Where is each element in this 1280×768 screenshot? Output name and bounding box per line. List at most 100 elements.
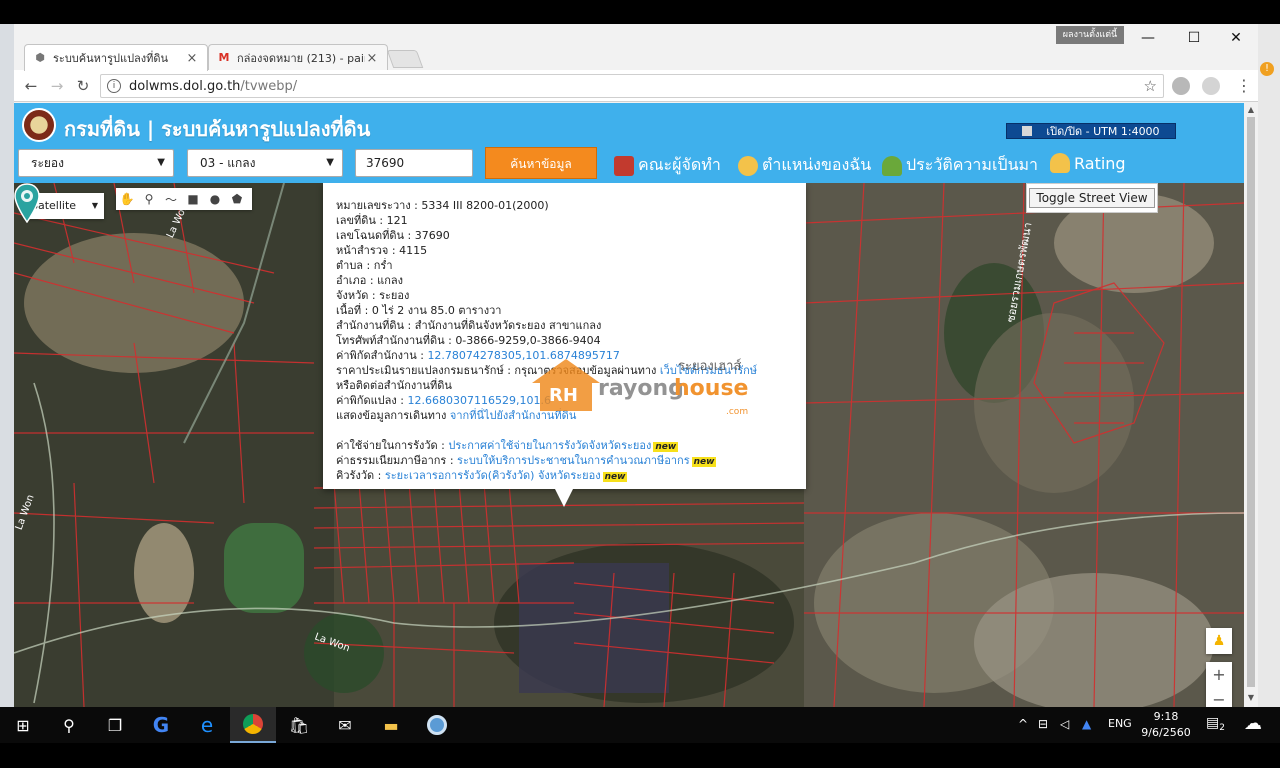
info-icon[interactable]: i <box>107 79 121 93</box>
google-icon[interactable]: G <box>138 707 184 743</box>
language-indicator[interactable]: ENG <box>1108 717 1132 730</box>
cube-icon: ⬢ <box>35 51 45 64</box>
back-icon[interactable]: ← <box>20 76 42 96</box>
maximize-button[interactable]: ☐ <box>1174 28 1214 48</box>
search-button[interactable]: ค้นหาข้อมูล <box>485 147 597 179</box>
forward-icon[interactable]: → <box>46 76 68 96</box>
house-logo-icon: RH <box>532 359 600 411</box>
profile-button[interactable]: ผลงานตั้งแต่นี้ <box>1056 26 1124 44</box>
parcel-info-popup: หมายเลขระวาง : 5334 III 8200-01(2000) เล… <box>323 183 806 507</box>
popup-value: 37690 <box>414 229 450 242</box>
scroll-down-icon[interactable]: ▼ <box>1246 693 1256 703</box>
store-icon[interactable]: 🛍 <box>276 707 322 743</box>
polyline-icon[interactable]: 〜 <box>160 191 182 208</box>
task-view-icon[interactable]: ❐ <box>92 707 138 743</box>
url-path: /tvwebp/ <box>240 78 298 94</box>
screen: ! ⬢ ระบบค้นหารูปแปลงที่ดิน × M กล่องจดหม… <box>0 0 1280 768</box>
tab-label: กล่องจดหมาย (213) - paira <box>237 52 365 65</box>
map-canvas[interactable]: La Won La Won La Won ซอยรวมเกษตรพัฒนา Sa… <box>14 183 1244 707</box>
chrome-menu-icon[interactable]: ⋮ <box>1236 76 1252 95</box>
nav-rating[interactable]: Rating <box>1050 153 1126 173</box>
clock-time: 9:18 <box>1153 710 1179 723</box>
close-window-button[interactable]: ✕ <box>1216 28 1256 48</box>
marker-icon[interactable]: ⚲ <box>138 192 160 206</box>
watermark-com: .com <box>726 407 749 417</box>
search-icon[interactable]: ⚲ <box>46 707 92 743</box>
extension-icon-2[interactable] <box>1202 77 1220 95</box>
nav-developers-label: คณะผู้จัดทำ <box>638 155 721 174</box>
close-tab-icon[interactable]: × <box>365 51 379 66</box>
popup-label: ราคาประเมินรายแปลงกรมธนารักษ์ <box>336 364 504 377</box>
nav-my-location[interactable]: ตำแหน่งของฉัน <box>738 153 871 178</box>
popup-label: ค่าพิกัดแปลง <box>336 394 397 407</box>
rectangle-icon[interactable]: ■ <box>182 192 204 206</box>
mail-icon[interactable]: ✉ <box>322 707 368 743</box>
popup-label: สำนักงานที่ดิน <box>336 319 405 332</box>
zoom-out-button[interactable]: − <box>1206 687 1232 707</box>
network-icon[interactable]: ⊟ <box>1038 717 1048 731</box>
edge-icon[interactable]: e <box>184 707 230 743</box>
drive-icon[interactable]: ▲ <box>1082 717 1091 731</box>
onedrive-icon[interactable]: ☁ <box>1244 713 1262 734</box>
tab-gmail[interactable]: M กล่องจดหมาย (213) - paira × <box>208 44 388 71</box>
toggle-street-view[interactable]: Toggle Street View <box>1026 183 1158 213</box>
popup-value: หรือติดต่อสำนักงานที่ดิน <box>336 379 452 392</box>
district-select[interactable]: 03 - แกลง ▼ <box>187 149 343 177</box>
bookmark-star-icon[interactable]: ☆ <box>1144 77 1157 95</box>
browser-toolbar: ← → ↻ i dolwms.dol.go.th /tvwebp/ ☆ ⋮ <box>14 70 1258 102</box>
watermark-thai: ระยองเฮาส์ <box>678 359 742 374</box>
popup-label: เลขโฉนดที่ดิน <box>336 229 404 242</box>
popup-label: ตำบล <box>336 259 364 272</box>
tab-land-search[interactable]: ⬢ ระบบค้นหารูปแปลงที่ดิน × <box>24 44 208 71</box>
windows-taskbar: ⊞ ⚲ ❐ G e 🛍 ✉ ▬ ^ ⊟ ◁ ▲ ENG 9:18 9/6/256… <box>0 707 1280 743</box>
new-tab-button[interactable] <box>386 50 424 68</box>
toggle-street-view-label: Toggle Street View <box>1029 188 1155 208</box>
nav-history[interactable]: ประวัติความเป็นมา <box>882 153 1038 178</box>
action-center-icon[interactable]: ▤2 <box>1206 715 1225 733</box>
utm-toggle-button[interactable]: เปิด/ปิด - UTM 1:4000 <box>1006 123 1176 139</box>
close-tab-icon[interactable]: × <box>185 51 199 66</box>
file-explorer-icon[interactable]: ▬ <box>368 707 414 743</box>
scroll-up-icon[interactable]: ▲ <box>1246 105 1256 115</box>
circle-icon[interactable]: ● <box>204 192 226 206</box>
polygon-icon[interactable]: ⬟ <box>226 192 248 206</box>
extension-icon[interactable] <box>1172 77 1190 95</box>
clock[interactable]: 9:18 9/6/2560 <box>1140 709 1192 741</box>
zoom-in-button[interactable]: + <box>1206 662 1232 687</box>
survey-queue-link[interactable]: ระยะเวลารอการรังวัด(คิวรังวัด) จังหวัดระ… <box>385 469 601 482</box>
reload-icon[interactable]: ↻ <box>72 76 94 96</box>
hand-icon[interactable]: ✋ <box>116 192 138 206</box>
chrome-app-icon[interactable] <box>414 707 460 743</box>
address-bar[interactable]: i dolwms.dol.go.th /tvwebp/ ☆ <box>100 74 1164 98</box>
windows-start-icon[interactable]: ⊞ <box>0 707 46 743</box>
search-bar: ระยอง ▼ 03 - แกลง ▼ 37690 ค้นหาข้อมูล คณ… <box>14 147 1244 183</box>
popup-value: กร่ำ <box>373 259 393 272</box>
parcel-number-input[interactable]: 37690 <box>355 149 473 177</box>
pegman-icon[interactable]: ♟ <box>1206 628 1232 654</box>
chevron-up-icon[interactable]: ^ <box>1018 717 1028 731</box>
browser-window: ⬢ ระบบค้นหารูปแปลงที่ดิน × M กล่องจดหมาย… <box>14 24 1258 707</box>
popup-label: จังหวัด <box>336 289 369 302</box>
vertical-scrollbar[interactable]: ▲ ▼ <box>1244 103 1258 707</box>
popup-label: ค่าธรรมเนียมภาษีอากร <box>336 454 447 467</box>
minimize-button[interactable]: — <box>1128 28 1168 48</box>
popup-value: แกลง <box>377 274 403 287</box>
province-select[interactable]: ระยอง ▼ <box>18 149 174 177</box>
logo-text: RH <box>549 385 578 406</box>
dol-logo <box>22 108 56 142</box>
popup-value: 4115 <box>399 244 428 257</box>
tax-service-link[interactable]: ระบบให้บริการประชาชนในการคำนวณภาษีอากร <box>457 454 690 467</box>
popup-label: เนื้อที่ <box>336 304 362 317</box>
volume-icon[interactable]: ◁ <box>1060 717 1069 731</box>
survey-fee-link[interactable]: ประกาศค่าใช้จ่ายในการรังวัดจังหวัดระยอง <box>448 439 651 452</box>
chrome-taskbar-icon[interactable] <box>230 707 276 743</box>
popup-value: 121 <box>386 214 408 227</box>
popup-label: หมายเลขระวาง <box>336 199 411 212</box>
popup-value: 0-3866-9259,0-3866-9404 <box>455 334 601 347</box>
popup-label: โทรศัพท์สำนักงานที่ดิน <box>336 334 445 347</box>
scroll-thumb[interactable] <box>1247 117 1255 687</box>
checkbox-icon[interactable] <box>1022 126 1033 136</box>
map-marker-icon[interactable] <box>14 183 40 223</box>
chevron-down-icon: ▼ <box>157 157 165 168</box>
nav-developers[interactable]: คณะผู้จัดทำ <box>614 153 721 178</box>
